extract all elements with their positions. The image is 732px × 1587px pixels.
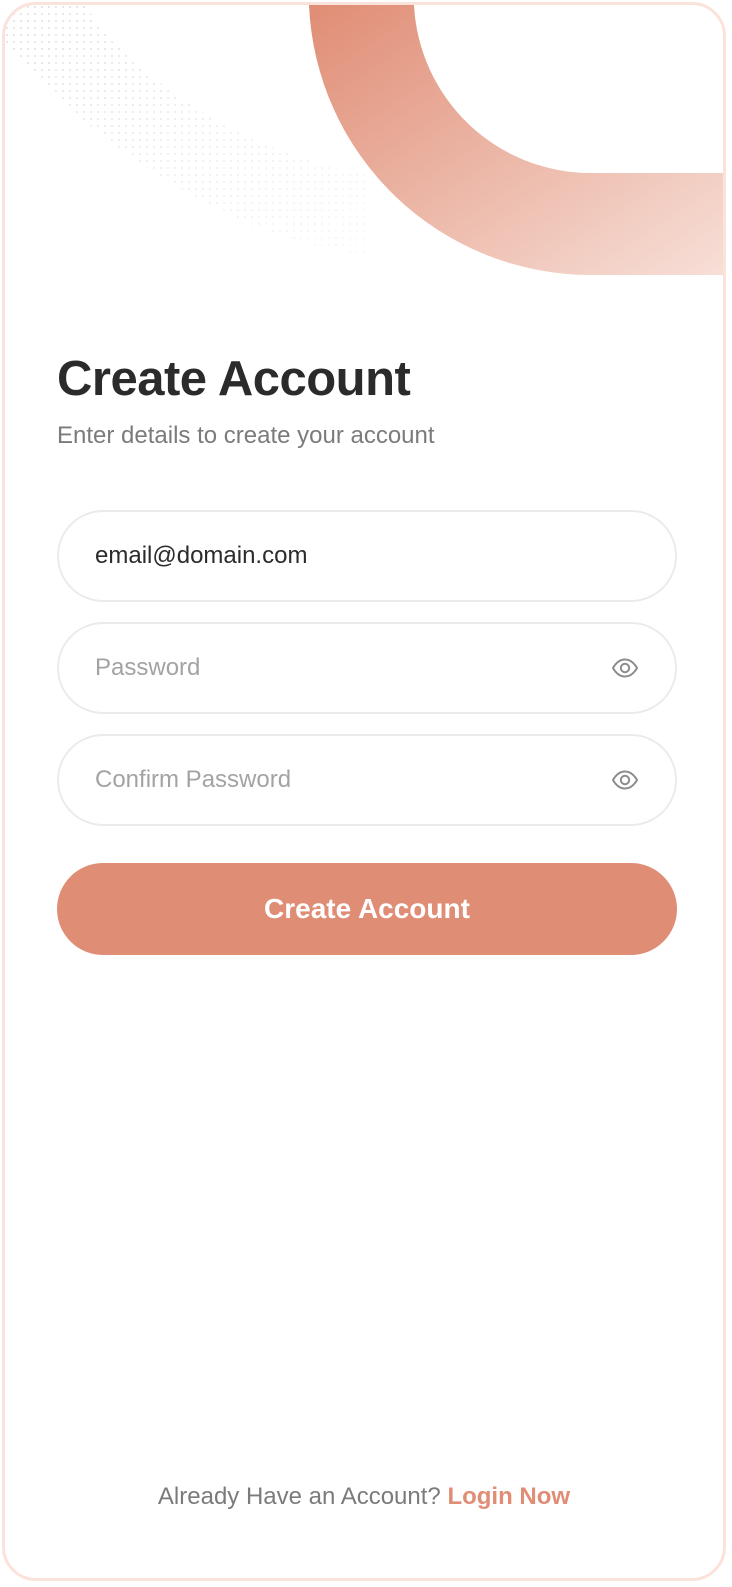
login-prompt-text: Already Have an Account? (157, 1483, 441, 1510)
email-input[interactable] (95, 542, 639, 570)
create-account-button[interactable]: Create Account (57, 863, 677, 955)
app-screen: Create Account Enter details to create y… (2, 2, 726, 1581)
password-input[interactable] (95, 654, 611, 682)
login-prompt: Already Have an Account? Login Now (5, 1483, 723, 1511)
eye-icon[interactable] (611, 769, 639, 791)
confirm-password-field[interactable] (57, 734, 677, 826)
password-field[interactable] (57, 622, 677, 714)
confirm-password-input[interactable] (95, 766, 611, 794)
login-now-link[interactable]: Login Now (447, 1483, 570, 1510)
eye-icon[interactable] (611, 657, 639, 679)
page-title: Create Account (57, 352, 411, 406)
email-field[interactable] (57, 510, 677, 602)
page-subtitle: Enter details to create your account (57, 422, 435, 449)
arc-decoration (309, 5, 723, 276)
